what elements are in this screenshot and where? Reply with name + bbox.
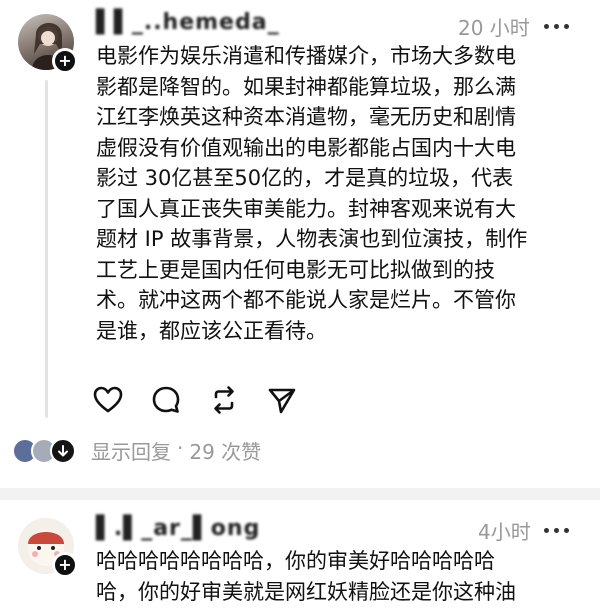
timestamp: 20 小时 bbox=[458, 16, 530, 40]
post-text-line: 了国人真正丧失审美能力。封神客观来说有大 bbox=[96, 196, 516, 221]
arrow-down-icon bbox=[58, 444, 68, 456]
post-body: 哈哈哈哈哈哈哈哈，你的审美好哈哈哈哈哈 哈，你的好审美就是网红妖精脸还是你这种油 bbox=[96, 546, 586, 607]
follow-plus-icon[interactable]: + bbox=[52, 552, 78, 578]
post-text-line: 是谁，都应该公正看待。 bbox=[96, 318, 327, 343]
post: + ▌▌_..hemeda_ 20 小时 电影作为娱乐消遣和传播媒介，市场大多数… bbox=[0, 0, 600, 488]
post-text-line: 题材 IP 故事背景，人物表演也到位演技，制作 bbox=[96, 227, 528, 251]
post-text-line: 虚假没有价值观输出的电影都能占国内十大电 bbox=[96, 135, 516, 160]
post-text-line: 工艺上更是国内任何电影无可比拟做到的技 bbox=[96, 257, 495, 282]
replies-row[interactable]: 显示回复 · 29 次赞 bbox=[12, 436, 261, 465]
username[interactable]: ▌.▌_ar_▌ong bbox=[96, 516, 260, 541]
follow-plus-icon[interactable]: + bbox=[52, 48, 78, 74]
post-text-line: 影过 30亿甚至50亿的，才是真的垃圾，代表 bbox=[96, 166, 514, 190]
post: + ▌.▌_ar_▌ong 4小时 哈哈哈哈哈哈哈哈，你的审美好哈哈哈哈哈 哈，… bbox=[0, 500, 600, 614]
post-body: 电影作为娱乐消遣和传播媒介，市场大多数电 影都是降智的。如果封神都能算垃圾，那么… bbox=[96, 41, 586, 346]
more-icon[interactable] bbox=[544, 24, 569, 29]
post-text-line: 江红李焕英这种资本消遣物，毫无历史和剧情 bbox=[96, 105, 516, 129]
separator-dot: · bbox=[177, 436, 184, 460]
username[interactable]: ▌▌_..hemeda_ bbox=[96, 10, 280, 35]
thread-line bbox=[45, 80, 48, 418]
action-bar bbox=[92, 384, 298, 416]
like-count[interactable]: 29 次赞 bbox=[189, 436, 261, 465]
timestamp: 4小时 bbox=[478, 520, 531, 544]
post-text-line: 影都是降智的。如果封神都能算垃圾，那么满 bbox=[96, 74, 516, 99]
send-icon[interactable] bbox=[266, 384, 298, 416]
post-text-line: 术。就冲这两个都不能说人家是烂片。不管你 bbox=[96, 288, 516, 312]
avatar bbox=[50, 437, 76, 464]
show-replies-link[interactable]: 显示回复 bbox=[91, 436, 171, 465]
post-text-line: 电影作为娱乐消遣和传播媒介，市场大多数电 bbox=[96, 44, 516, 68]
post-divider bbox=[0, 488, 600, 500]
more-icon[interactable] bbox=[544, 528, 569, 533]
repost-icon[interactable] bbox=[208, 384, 240, 416]
post-text-line: 哈，你的好审美就是网红妖精脸还是你这种油 bbox=[96, 579, 516, 604]
heart-icon[interactable] bbox=[92, 384, 124, 416]
comment-icon[interactable] bbox=[150, 384, 182, 416]
post-text-line: 哈哈哈哈哈哈哈哈，你的审美好哈哈哈哈哈 bbox=[96, 549, 495, 573]
